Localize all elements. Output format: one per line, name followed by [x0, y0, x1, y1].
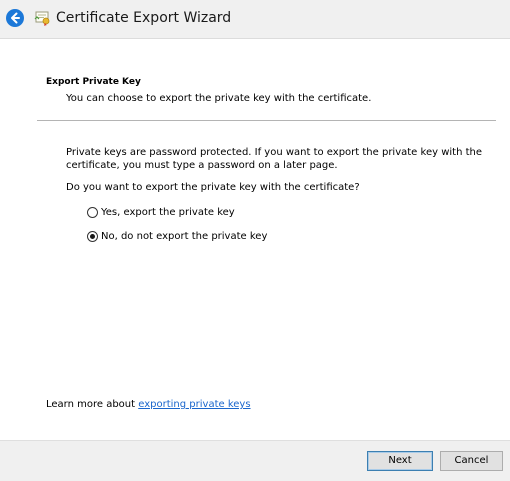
back-button[interactable] — [6, 9, 24, 27]
radio-no-label[interactable]: No, do not export the private key — [101, 230, 267, 243]
section-subheading: You can choose to export the private key… — [66, 93, 372, 104]
back-arrow-icon — [11, 12, 20, 24]
window-title: Certificate Export Wizard — [56, 10, 232, 26]
next-button[interactable]: Next — [367, 451, 433, 471]
section-heading: Export Private Key — [46, 77, 141, 87]
cancel-button[interactable]: Cancel — [440, 451, 503, 471]
export-question: Do you want to export the private key wi… — [66, 182, 360, 193]
radio-yes-export[interactable]: Yes, export the private key — [87, 205, 235, 219]
button-bar: Next Cancel — [0, 440, 510, 481]
title-bar: Certificate Export Wizard — [0, 0, 510, 39]
exporting-private-keys-link[interactable]: exporting private keys — [138, 399, 250, 410]
radio-button-checked[interactable] — [87, 230, 98, 242]
description-paragraph: Private keys are password protected. If … — [66, 147, 482, 171]
certificate-icon — [34, 9, 52, 27]
radio-button-unchecked[interactable] — [87, 206, 98, 218]
divider — [37, 120, 496, 121]
radio-yes-label[interactable]: Yes, export the private key — [101, 206, 235, 219]
radio-no-export[interactable]: No, do not export the private key — [87, 229, 267, 243]
learn-more-prefix: Learn more about — [46, 399, 139, 410]
learn-more-text: Learn more about exporting private keys — [46, 398, 251, 411]
